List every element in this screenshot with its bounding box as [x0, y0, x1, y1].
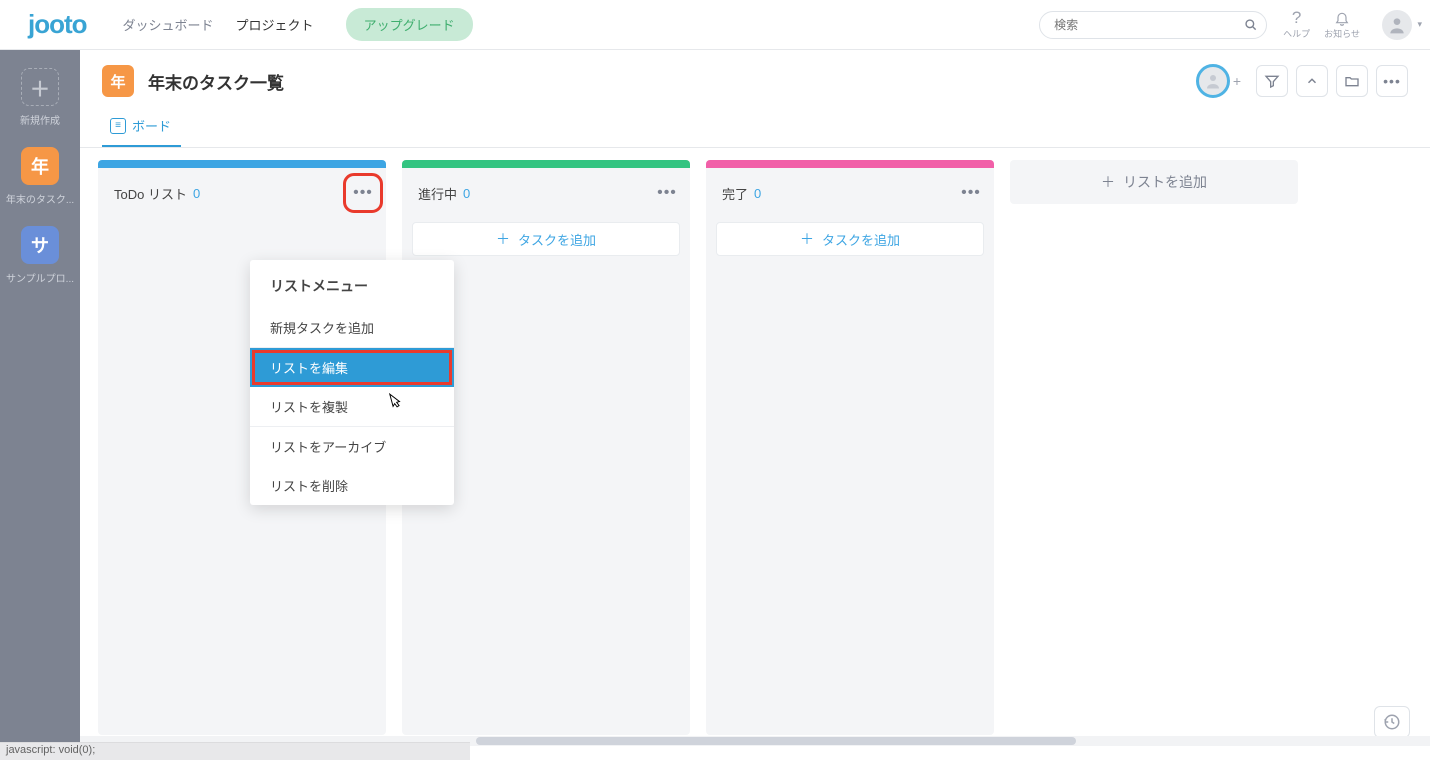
- help-label: ヘルプ: [1283, 27, 1310, 40]
- add-task-label: タスクを追加: [822, 230, 900, 249]
- list-body: ＋ タスクを追加: [402, 214, 690, 264]
- add-list-label: リストを追加: [1123, 172, 1207, 192]
- plus-icon: ＋: [21, 68, 59, 106]
- search-input[interactable]: [1039, 11, 1267, 39]
- folder-icon: [1344, 73, 1360, 89]
- rail-create-label: 新規作成: [20, 112, 60, 127]
- list-menu-dropdown: リストメニュー 新規タスクを追加 リストを編集 リストを複製 リストをアーカイブ…: [250, 260, 454, 505]
- notifications-button[interactable]: お知らせ: [1324, 10, 1360, 40]
- menu-edit-list[interactable]: リストを編集: [250, 348, 454, 387]
- list-body: ＋ タスクを追加: [98, 214, 386, 264]
- left-rail: ＋ 新規作成 年 年末のタスク... サ サンプルプロ...: [0, 50, 80, 760]
- scrollbar-thumb[interactable]: [476, 737, 1076, 745]
- rail-badge-2: サ: [21, 226, 59, 264]
- rail-project-1[interactable]: 年 年末のタスク...: [6, 147, 74, 206]
- list-count: 0: [754, 186, 761, 201]
- main-area: 年 年末のタスク一覧 + •••: [80, 50, 1430, 760]
- board-header: 年 年末のタスク一覧 + •••: [80, 50, 1430, 148]
- header-icons: ? ヘルプ お知らせ ▾: [1283, 9, 1412, 40]
- caret-down-icon: ▾: [1417, 19, 1422, 30]
- list-stripe: [98, 160, 386, 168]
- menu-duplicate-list[interactable]: リストを複製: [250, 387, 454, 426]
- list-menu-button[interactable]: •••: [352, 182, 374, 204]
- filter-button[interactable]: [1256, 65, 1288, 97]
- rail-label-2: サンプルプロ...: [6, 270, 74, 285]
- menu-archive-list[interactable]: リストをアーカイブ: [250, 427, 454, 466]
- list-name: 進行中: [418, 184, 457, 203]
- top-header: jooto ダッシュボード プロジェクト アップグレード ? ヘルプ お知らせ …: [0, 0, 1430, 50]
- help-button[interactable]: ? ヘルプ: [1283, 9, 1310, 40]
- dots-icon: •••: [1383, 73, 1401, 89]
- list-name: 完了: [722, 184, 748, 203]
- list-head: 進行中 0 •••: [402, 168, 690, 214]
- list-head: ToDo リスト 0 •••: [98, 168, 386, 214]
- board-icon: ≡: [110, 118, 126, 134]
- user-avatar[interactable]: ▾: [1382, 10, 1412, 40]
- board-menu-button[interactable]: •••: [1376, 65, 1408, 97]
- list-stripe: [706, 160, 994, 168]
- dropdown-title: リストメニュー: [250, 260, 454, 308]
- dots-icon: •••: [353, 184, 373, 202]
- status-bar: javascript: void(0);: [0, 742, 470, 760]
- history-button[interactable]: [1374, 706, 1410, 738]
- list-name: ToDo リスト: [114, 184, 187, 203]
- add-task-button[interactable]: ＋ タスクを追加: [412, 222, 680, 256]
- help-icon: ?: [1292, 9, 1301, 26]
- board-badge: 年: [102, 65, 134, 97]
- tab-board[interactable]: ≡ ボード: [102, 108, 181, 147]
- upgrade-button[interactable]: アップグレード: [346, 8, 473, 41]
- search-box: [1039, 11, 1267, 39]
- notifications-label: お知らせ: [1324, 27, 1360, 40]
- filter-icon: [1264, 73, 1280, 89]
- folder-button[interactable]: [1336, 65, 1368, 97]
- list-menu-button[interactable]: •••: [960, 182, 982, 204]
- add-member-button[interactable]: +: [1196, 64, 1230, 98]
- plus-icon: ＋: [496, 229, 510, 249]
- search-icon[interactable]: [1244, 18, 1258, 32]
- nav-dashboard[interactable]: ダッシュボード: [123, 15, 214, 34]
- list-stripe: [402, 160, 690, 168]
- rail-label-1: 年末のタスク...: [6, 191, 74, 206]
- add-task-button[interactable]: ＋ タスクを追加: [716, 222, 984, 256]
- list-menu-button[interactable]: •••: [656, 182, 678, 204]
- top-nav: ダッシュボード プロジェクト アップグレード: [123, 8, 473, 41]
- dots-icon: •••: [657, 184, 677, 202]
- board-view-tabs: ≡ ボード: [102, 108, 1408, 147]
- list-head: 完了 0 •••: [706, 168, 994, 214]
- menu-add-task[interactable]: 新規タスクを追加: [250, 308, 454, 347]
- board-actions: + •••: [1196, 64, 1408, 98]
- list-count: 0: [463, 186, 470, 201]
- chevron-up-icon: [1305, 74, 1319, 88]
- nav-project[interactable]: プロジェクト: [236, 15, 314, 34]
- add-list-button[interactable]: ＋ リストを追加: [1010, 160, 1298, 204]
- list-count: 0: [193, 186, 200, 201]
- plus-icon: +: [1233, 73, 1241, 89]
- board-title: 年末のタスク一覧: [148, 69, 1182, 94]
- collapse-button[interactable]: [1296, 65, 1328, 97]
- menu-delete-list[interactable]: リストを削除: [250, 466, 454, 505]
- rail-badge-1: 年: [21, 147, 59, 185]
- rail-create[interactable]: ＋ 新規作成: [20, 68, 60, 127]
- plus-icon: ＋: [800, 229, 814, 249]
- logo[interactable]: jooto: [28, 9, 87, 40]
- list-done: 完了 0 ••• ＋ タスクを追加: [706, 160, 994, 735]
- rail-project-2[interactable]: サ サンプルプロ...: [6, 226, 74, 285]
- history-icon: [1383, 713, 1401, 731]
- tab-board-label: ボード: [132, 116, 171, 135]
- dots-icon: •••: [961, 184, 981, 202]
- plus-icon: ＋: [1101, 172, 1115, 192]
- board-title-row: 年 年末のタスク一覧 + •••: [102, 64, 1408, 98]
- add-task-label: タスクを追加: [518, 230, 596, 249]
- bell-icon: [1334, 10, 1350, 26]
- list-body: ＋ タスクを追加: [706, 214, 994, 264]
